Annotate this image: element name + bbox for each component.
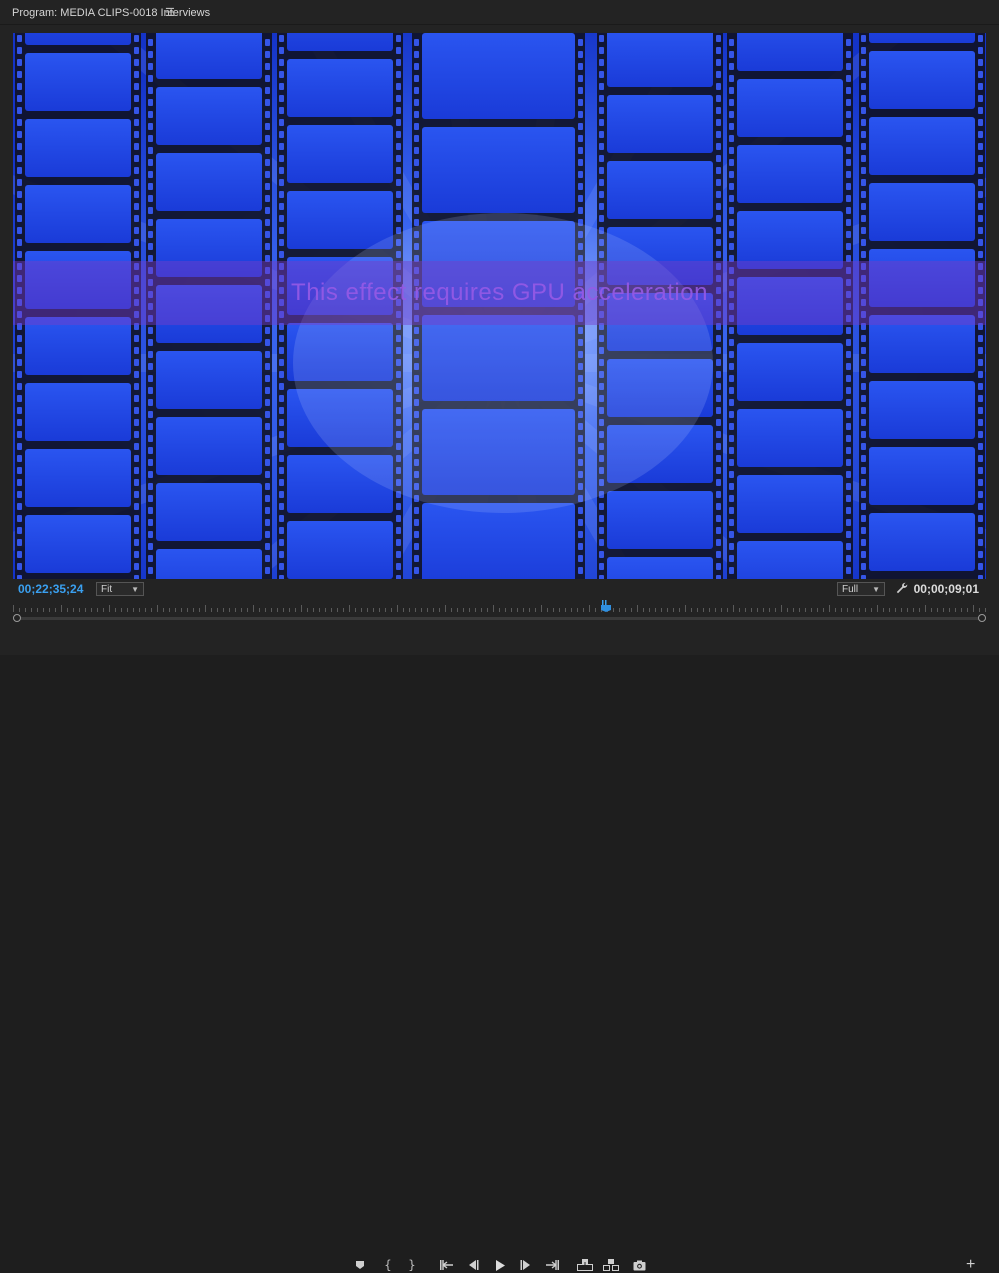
time-ruler[interactable] <box>13 604 986 612</box>
scroll-handle-right[interactable] <box>978 614 986 622</box>
chevron-down-icon: ▼ <box>131 585 139 594</box>
mark-in-button[interactable]: { <box>380 1258 396 1272</box>
scroll-handle-left[interactable] <box>13 614 21 622</box>
mark-out-button[interactable]: } <box>404 1258 420 1272</box>
lift-button[interactable] <box>577 1258 593 1272</box>
go-to-in-button[interactable] <box>439 1258 455 1272</box>
add-marker-icon <box>356 1261 364 1269</box>
go-to-in-icon <box>440 1260 453 1270</box>
zoom-scroll-bar[interactable] <box>13 617 986 620</box>
wrench-icon[interactable] <box>896 582 908 594</box>
camera-icon <box>633 1260 645 1270</box>
program-monitor-panel: Program: MEDIA CLIPS-0018 Interviews ☰ T… <box>0 0 999 1273</box>
add-marker-button[interactable] <box>352 1258 368 1272</box>
lift-icon <box>577 1259 593 1271</box>
panel-header: Program: MEDIA CLIPS-0018 Interviews ☰ <box>0 0 999 25</box>
step-back-icon <box>469 1260 479 1270</box>
export-frame-button[interactable] <box>631 1258 647 1272</box>
video-preview: This effect requires GPU acceleration <box>13 33 986 579</box>
hamburger-menu-icon[interactable]: ☰ <box>165 6 175 19</box>
mark-out-icon: } <box>408 1258 416 1272</box>
resolution-value: Full <box>842 584 859 595</box>
play-button[interactable] <box>492 1258 508 1272</box>
go-to-out-icon <box>546 1260 559 1270</box>
extract-icon <box>603 1259 619 1271</box>
step-forward-icon <box>520 1260 530 1270</box>
chevron-down-icon: ▼ <box>872 585 880 594</box>
extract-button[interactable] <box>603 1258 619 1272</box>
add-button[interactable]: + <box>966 1257 975 1273</box>
go-to-out-button[interactable] <box>544 1258 560 1272</box>
duration-timecode: 00;00;09;01 <box>913 582 979 596</box>
playhead-marker[interactable] <box>601 600 611 612</box>
zoom-level-select[interactable]: Fit ▼ <box>96 582 144 596</box>
panel-title[interactable]: Program: MEDIA CLIPS-0018 Interviews <box>12 7 210 19</box>
current-timecode[interactable]: 00;22;35;24 <box>18 582 83 596</box>
step-forward-button[interactable] <box>518 1258 534 1272</box>
mark-in-icon: { <box>384 1258 392 1272</box>
zoom-level-value: Fit <box>101 584 113 595</box>
play-icon <box>496 1259 505 1271</box>
playback-resolution-select[interactable]: Full ▼ <box>837 582 885 596</box>
gpu-warning-message: This effect requires GPU acceleration <box>291 279 708 306</box>
step-back-button[interactable] <box>465 1258 481 1272</box>
transport-controls: { } + <box>0 628 999 1273</box>
